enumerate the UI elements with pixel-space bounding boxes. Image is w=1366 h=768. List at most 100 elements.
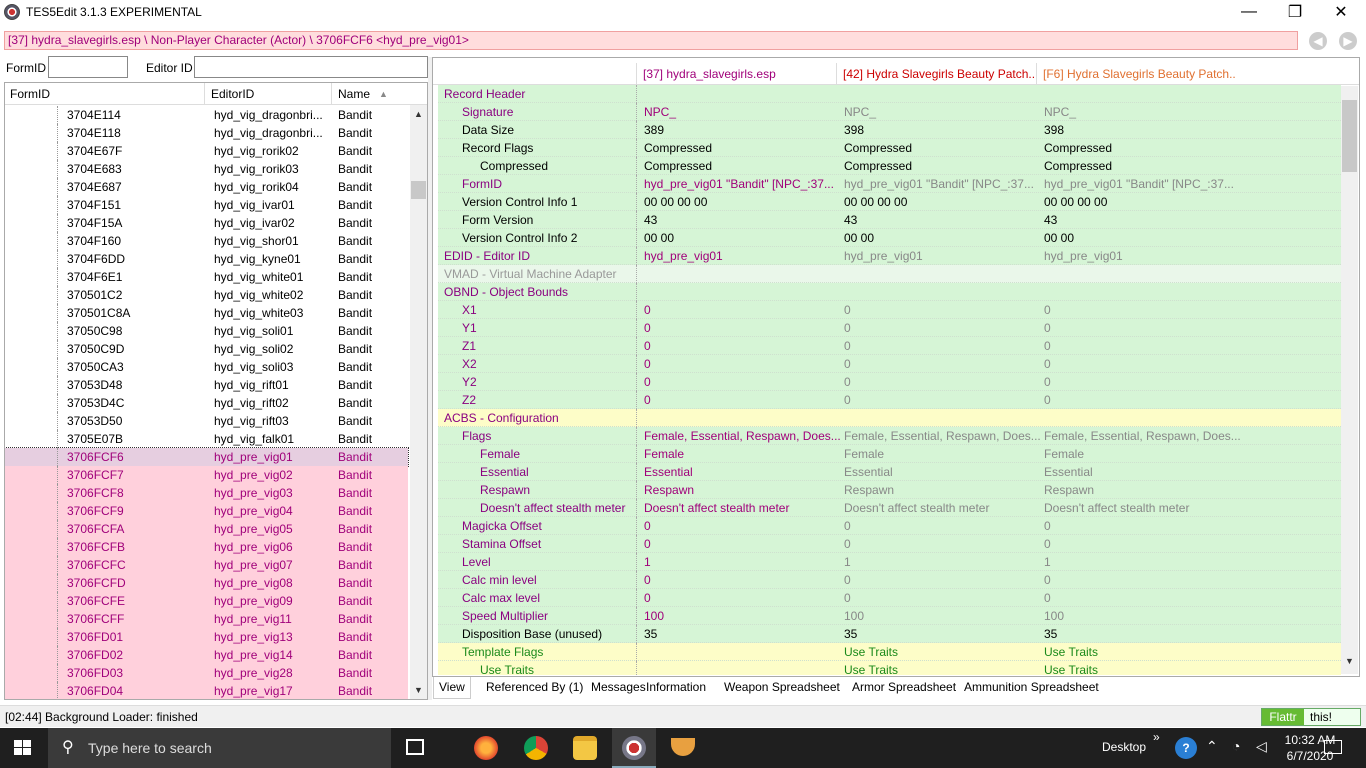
element-value-1[interactable]: 0: [644, 337, 840, 355]
windows-start-icon[interactable]: [14, 740, 32, 756]
element-value-3[interactable]: 0: [1044, 571, 1240, 589]
element-value-2[interactable]: 398: [844, 121, 1040, 139]
column-plugin-f6[interactable]: [F6] Hydra Slavegirls Beauty Patch...: [1036, 63, 1236, 85]
record-row[interactable]: 3704F6E1 hyd_vig_white01 Bandit: [5, 268, 408, 286]
element-value-2[interactable]: 0: [844, 571, 1040, 589]
element-value-1[interactable]: Compressed: [644, 139, 840, 157]
element-row[interactable]: X1 0 0 0: [438, 301, 1341, 319]
record-row[interactable]: 3706FCF7 hyd_pre_vig02 Bandit: [5, 466, 408, 484]
element-row[interactable]: Y1 0 0 0: [438, 319, 1341, 337]
element-value-2[interactable]: NPC_: [844, 103, 1040, 121]
flattr-button[interactable]: Flattr this!: [1261, 708, 1361, 726]
element-value-1[interactable]: Compressed: [644, 157, 840, 175]
record-row[interactable]: 3706FCFA hyd_pre_vig05 Bandit: [5, 520, 408, 538]
element-row[interactable]: Magicka Offset 0 0 0: [438, 517, 1341, 535]
element-value-1[interactable]: 43: [644, 211, 840, 229]
record-tree[interactable]: FormID EditorID Name ▲ 3704E114 hyd_vig_d…: [4, 82, 428, 700]
element-row[interactable]: OBND - Object Bounds: [438, 283, 1341, 301]
element-value-2[interactable]: 0: [844, 319, 1040, 337]
record-row[interactable]: 3704E683 hyd_vig_rorik03 Bandit: [5, 160, 408, 178]
scroll-down-icon[interactable]: ▼: [1345, 656, 1354, 666]
column-formid[interactable]: FormID: [5, 83, 205, 105]
element-value-2[interactable]: Female, Essential, Respawn, Does...: [844, 427, 1040, 445]
element-value-3[interactable]: hyd_pre_vig01: [1044, 247, 1240, 265]
record-row[interactable]: 3704F15A hyd_vig_ivar02 Bandit: [5, 214, 408, 232]
record-row[interactable]: 3706FCFB hyd_pre_vig06 Bandit: [5, 538, 408, 556]
element-value-1[interactable]: Doesn't affect stealth meter: [644, 499, 840, 517]
firefox-icon[interactable]: [474, 736, 498, 760]
element-value-1[interactable]: 0: [644, 535, 840, 553]
element-value-3[interactable]: 0: [1044, 391, 1240, 409]
element-value-2[interactable]: Use Traits: [844, 643, 1040, 661]
task-view-icon[interactable]: [406, 739, 424, 755]
element-value-2[interactable]: hyd_pre_vig01: [844, 247, 1040, 265]
element-row[interactable]: Essential Essential Essential Essential: [438, 463, 1341, 481]
element-value-2[interactable]: 0: [844, 355, 1040, 373]
element-value-3[interactable]: 0: [1044, 517, 1240, 535]
record-row[interactable]: 3706FD04 hyd_pre_vig17 Bandit: [5, 682, 408, 699]
close-button[interactable]: ✕: [1318, 0, 1364, 24]
record-row[interactable]: 3706FCF9 hyd_pre_vig04 Bandit: [5, 502, 408, 520]
record-row[interactable]: 3704F6DD hyd_vig_kyne01 Bandit: [5, 250, 408, 268]
element-row[interactable]: Template Flags Use Traits Use Traits: [438, 643, 1341, 661]
element-row[interactable]: Speed Multiplier 100 100 100: [438, 607, 1341, 625]
record-row[interactable]: 37053D4C hyd_vig_rift02 Bandit: [5, 394, 408, 412]
element-value-1[interactable]: Female: [644, 445, 840, 463]
element-value-3[interactable]: Doesn't affect stealth meter: [1044, 499, 1240, 517]
element-row[interactable]: Female Female Female Female: [438, 445, 1341, 463]
element-value-1[interactable]: hyd_pre_vig01: [644, 247, 840, 265]
minimize-button[interactable]: —: [1226, 0, 1272, 24]
element-value-1[interactable]: Female, Essential, Respawn, Does...: [644, 427, 840, 445]
element-row[interactable]: FormID hyd_pre_vig01 "Bandit" [NPC_:37...…: [438, 175, 1341, 193]
record-row[interactable]: 370501C8A hyd_vig_white03 Bandit: [5, 304, 408, 322]
element-value-1[interactable]: 0: [644, 571, 840, 589]
element-value-2[interactable]: Compressed: [844, 157, 1040, 175]
element-value-3[interactable]: 00 00 00 00: [1044, 193, 1240, 211]
toolbar-chevron-icon[interactable]: »: [1153, 730, 1160, 744]
element-value-2[interactable]: 0: [844, 535, 1040, 553]
forward-button[interactable]: ▶: [1339, 32, 1357, 50]
element-row[interactable]: Form Version 43 43 43: [438, 211, 1341, 229]
record-row[interactable]: 3704E67F hyd_vig_rorik02 Bandit: [5, 142, 408, 160]
element-value-2[interactable]: Doesn't affect stealth meter: [844, 499, 1040, 517]
element-value-1[interactable]: NPC_: [644, 103, 840, 121]
element-value-3[interactable]: 100: [1044, 607, 1240, 625]
element-value-2[interactable]: 0: [844, 301, 1040, 319]
record-row[interactable]: 3706FCFF hyd_pre_vig11 Bandit: [5, 610, 408, 628]
element-value-2[interactable]: 0: [844, 589, 1040, 607]
element-value-3[interactable]: 0: [1044, 535, 1240, 553]
element-value-2[interactable]: Compressed: [844, 139, 1040, 157]
scroll-down-icon[interactable]: ▼: [414, 685, 423, 695]
record-row[interactable]: 370501C2 hyd_vig_white02 Bandit: [5, 286, 408, 304]
element-value-1[interactable]: 0: [644, 319, 840, 337]
wifi-icon[interactable]: ◔: [1232, 738, 1240, 754]
element-value-3[interactable]: 00 00: [1044, 229, 1240, 247]
volume-icon[interactable]: ◁: [1256, 738, 1267, 755]
element-value-3[interactable]: Use Traits: [1044, 661, 1240, 675]
element-value-1[interactable]: 0: [644, 391, 840, 409]
element-value-1[interactable]: 0: [644, 301, 840, 319]
column-plugin-42[interactable]: [42] Hydra Slavegirls Beauty Patch...: [836, 63, 1036, 85]
element-value-2[interactable]: 0: [844, 391, 1040, 409]
column-editorid[interactable]: EditorID: [206, 83, 332, 105]
element-row[interactable]: Respawn Respawn Respawn Respawn: [438, 481, 1341, 499]
element-value-2[interactable]: 0: [844, 337, 1040, 355]
record-row[interactable]: 3704F160 hyd_vig_shor01 Bandit: [5, 232, 408, 250]
chrome-icon[interactable]: [524, 736, 548, 760]
right-scroll-thumb[interactable]: [1342, 100, 1357, 172]
element-value-2[interactable]: 0: [844, 517, 1040, 535]
element-value-1[interactable]: 0: [644, 589, 840, 607]
tab-referenced-by-1[interactable]: Referenced By (1): [481, 677, 588, 699]
element-value-2[interactable]: 43: [844, 211, 1040, 229]
record-row[interactable]: 3706FD03 hyd_pre_vig28 Bandit: [5, 664, 408, 682]
record-row[interactable]: 3706FCF6 hyd_pre_vig01 Bandit: [5, 447, 409, 467]
element-row[interactable]: Doesn't affect stealth meter Doesn't affe…: [438, 499, 1341, 517]
element-row[interactable]: EDID - Editor ID hyd_pre_vig01 hyd_pre_vig…: [438, 247, 1341, 265]
left-scroll-thumb[interactable]: [411, 181, 426, 199]
element-value-2[interactable]: hyd_pre_vig01 "Bandit" [NPC_:37...: [844, 175, 1040, 193]
record-row[interactable]: 3706FD02 hyd_pre_vig14 Bandit: [5, 646, 408, 664]
back-button[interactable]: ◀: [1309, 32, 1327, 50]
element-row[interactable]: ACBS - Configuration: [438, 409, 1341, 427]
element-value-1[interactable]: 389: [644, 121, 840, 139]
element-row[interactable]: Flags Female, Essential, Respawn, Does...…: [438, 427, 1341, 445]
